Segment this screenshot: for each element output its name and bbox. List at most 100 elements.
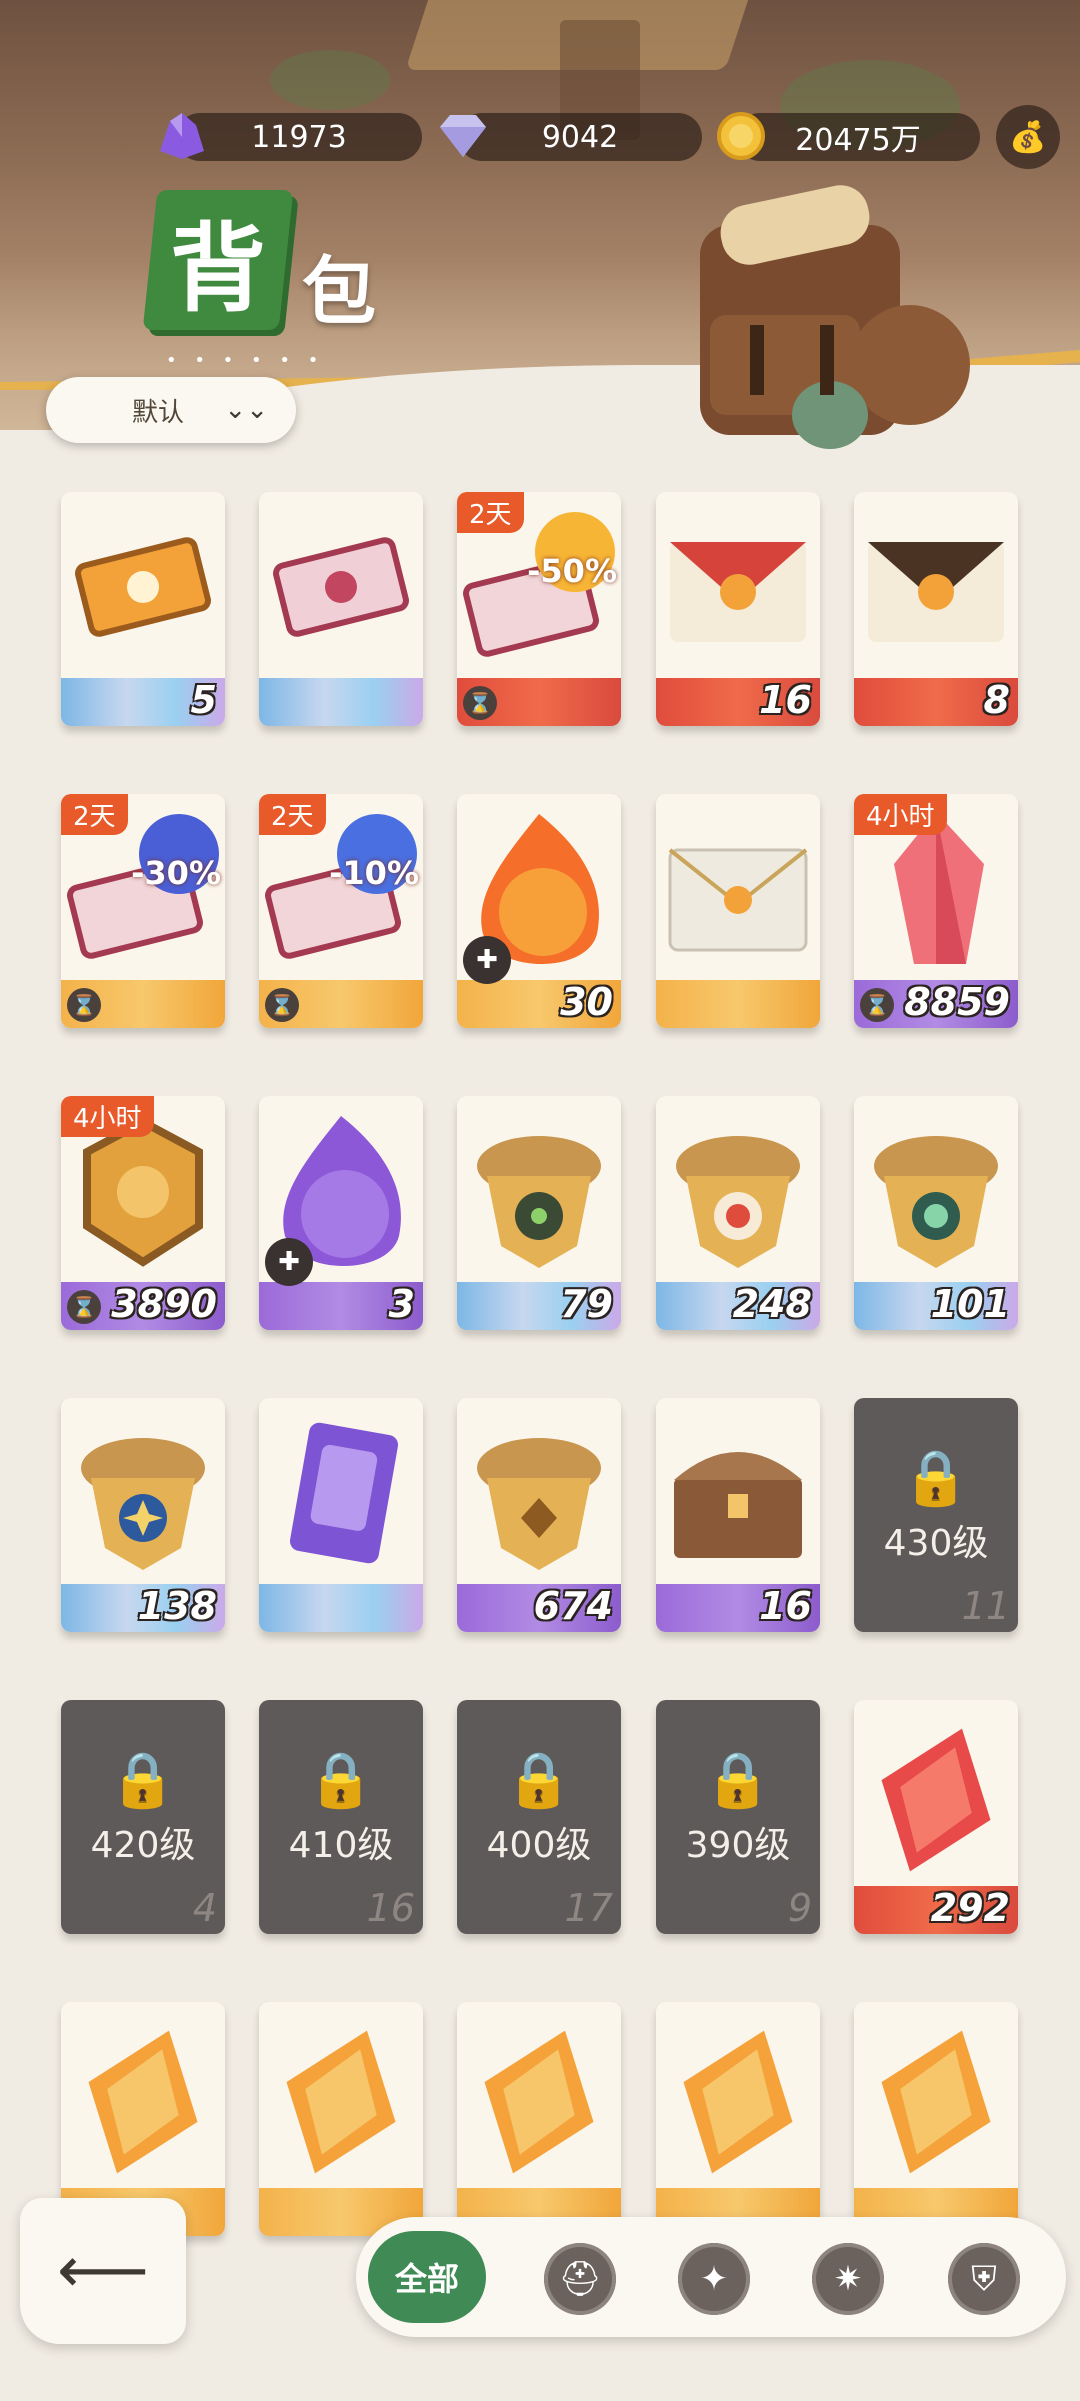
resource-purple-crystal: 11973 [160,113,422,161]
tab-all[interactable]: 全部 [368,2231,486,2323]
back-button[interactable]: ⟵ [20,2198,186,2344]
item-card[interactable]: 🔒 390级 9 [656,1700,820,1934]
item-count: 3 [388,1282,415,1326]
money-bag-icon: 💰 [1009,119,1047,155]
item-card[interactable] [854,2002,1018,2236]
category-tab-bar: 全部 ⛑ ✦ ✷ ⛨ [356,2217,1066,2337]
item-card[interactable]: 4小时 ⌛ 8859 [854,794,1018,1028]
item-count: 9 [787,1886,812,1930]
item-count: 4 [192,1886,217,1930]
item-card[interactable]: 🔒 430级 11 [854,1398,1018,1632]
unlock-level: 390级 [685,1825,791,1866]
acorn-red-target-icon [676,1136,800,1268]
orange-ticket-icon [75,537,211,637]
unlock-level: 430级 [883,1523,989,1564]
item-card[interactable] [259,1398,423,1632]
item-card[interactable]: 101 [854,1096,1018,1330]
resource-value: 20475万 [795,123,921,158]
item-card[interactable]: 🔒 410级 16 [259,1700,423,1934]
item-card[interactable] [457,2002,621,2236]
locked-overlay: 🔒 430级 [854,1448,1018,1566]
bush [270,50,390,110]
sort-label: 默认 [132,397,185,428]
unlock-level: 410级 [288,1825,394,1866]
item-count: 30 [560,980,613,1024]
item-card[interactable] [259,2002,423,2236]
chevron-down-icon: ⌄⌄ [224,395,268,425]
purple-crystal-icon [160,113,204,159]
locked-overlay: 🔒 410级 [259,1750,423,1868]
discount-badge: -10% [329,854,419,892]
item-card[interactable]: 16 [656,1398,820,1632]
lock-icon: 🔒 [902,1446,970,1509]
tab-compass[interactable]: ✷ [812,2243,884,2315]
compass-icon: ✷ [833,2259,863,2299]
acorn-green-eye-icon [477,1136,601,1268]
helmet-icon: ⛑ [558,2259,602,2299]
item-card[interactable]: ✚ 3 [259,1096,423,1330]
item-card[interactable]: 138 [61,1398,225,1632]
unlock-level: 400级 [486,1825,592,1866]
expiry-tag: 2天 [61,794,128,835]
item-card[interactable]: -30% 2天 ⌛ [61,794,225,1028]
item-count: 248 [732,1282,812,1326]
item-card[interactable] [656,794,820,1028]
item-count: 138 [137,1584,217,1628]
item-card[interactable]: 8 [854,492,1018,726]
item-card[interactable]: 79 [457,1096,621,1330]
brown-envelope-icon [868,542,1004,642]
acorn-leaf-icon [874,1136,998,1268]
lock-icon: 🔒 [505,1748,573,1811]
locked-overlay: 🔒 390级 [656,1750,820,1868]
hourglass-icon: ⌛ [265,988,299,1022]
orange-gem-icon [286,2030,396,2174]
expiry-tag: 2天 [259,794,326,835]
item-count: 16 [759,678,812,722]
acorn-star-icon [81,1438,205,1570]
item-card[interactable]: 5 [61,492,225,726]
item-card[interactable]: 248 [656,1096,820,1330]
sword-shield-icon: ⛨ [971,2259,997,2299]
item-card[interactable]: 16 [656,492,820,726]
item-count: 79 [560,1282,613,1326]
item-card[interactable] [259,492,423,726]
tab-helmet[interactable]: ⛑ [544,2243,616,2315]
item-card[interactable]: 4小时 ⌛ 3890 [61,1096,225,1330]
item-count: 292 [930,1886,1010,1930]
item-count: 16 [366,1886,415,1930]
tab-sword-shield[interactable]: ⛨ [948,2243,1020,2315]
puzzle-piece-icon: ✚ [463,936,511,984]
item-count: 101 [930,1282,1010,1326]
item-count: 674 [533,1584,613,1628]
orange-gem-icon [881,2030,991,2174]
red-envelope-icon [670,542,806,642]
item-card[interactable]: 🔒 400级 17 [457,1700,621,1934]
page-title-second: 包 [302,249,376,335]
item-count: 3890 [111,1282,217,1326]
hourglass-icon: ⌛ [67,1290,101,1324]
orange-gem-icon [88,2030,198,2174]
money-bag-button[interactable]: 💰 [996,105,1060,169]
gold-coin-icon [717,112,765,160]
resource-diamond: 9042 [440,113,702,161]
pink-ticket-icon [273,537,409,637]
expiry-tag: 2天 [457,492,524,533]
back-arrow-icon: ⟵ [57,2234,149,2308]
item-card[interactable]: -50% 2天 ⌛ [457,492,621,726]
unlock-level: 420级 [90,1825,196,1866]
item-card[interactable]: 292 [854,1700,1018,1934]
item-count: 16 [759,1584,812,1628]
locked-overlay: 🔒 420级 [61,1750,225,1868]
resource-value: 11973 [251,119,347,155]
item-card[interactable]: ✚ 30 [457,794,621,1028]
item-count: 11 [961,1584,1010,1628]
item-card[interactable]: -10% 2天 ⌛ [259,794,423,1028]
tab-star-badge[interactable]: ✦ [678,2243,750,2315]
lock-icon: 🔒 [307,1748,375,1811]
orange-gem-icon [683,2030,793,2174]
item-card[interactable] [656,2002,820,2236]
treasure-chest-icon [674,1452,802,1558]
item-card[interactable]: 674 [457,1398,621,1632]
item-card[interactable]: 🔒 420级 4 [61,1700,225,1934]
sort-dropdown[interactable]: 默认 ⌄⌄ [46,377,296,443]
